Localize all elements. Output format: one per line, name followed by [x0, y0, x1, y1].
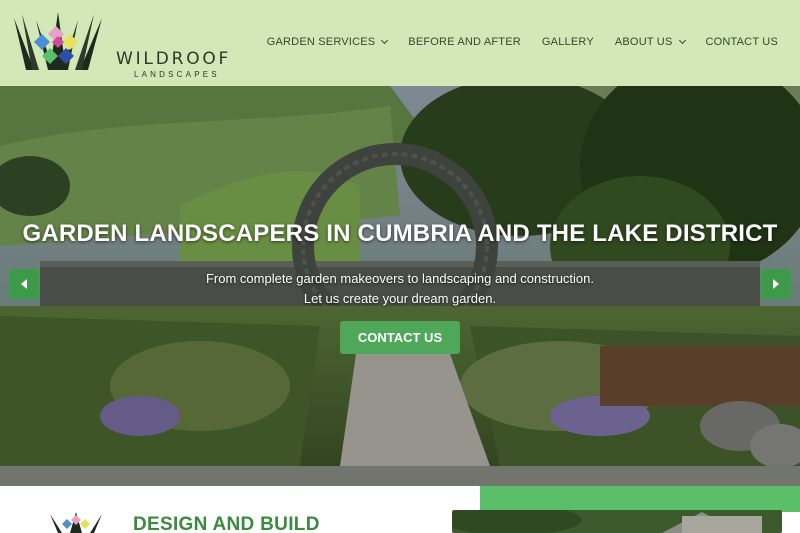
- logo-tagline: LANDSCAPES: [134, 70, 220, 79]
- nav-gallery[interactable]: GALLERY: [542, 36, 594, 48]
- wildroof-logo-icon: [14, 12, 102, 70]
- slider-prev-button[interactable]: [9, 269, 39, 299]
- site-logo[interactable]: WILDROOF LANDSCAPES: [12, 12, 242, 79]
- site-header: WILDROOF LANDSCAPES GARDEN SERVICES BEFO…: [0, 0, 800, 86]
- accent-band: [480, 486, 800, 512]
- slider-next-button[interactable]: [761, 269, 791, 299]
- nav-contact-us-label: CONTACT US: [705, 36, 778, 48]
- chevron-left-icon: [21, 279, 27, 289]
- hero-contact-button[interactable]: CONTACT US: [340, 321, 460, 354]
- chevron-down-icon: [678, 36, 686, 45]
- hero-title: GARDEN LANDSCAPERS IN CUMBRIA AND THE LA…: [22, 220, 778, 247]
- nav-contact-us[interactable]: CONTACT US: [706, 36, 779, 48]
- cottage-image: [452, 510, 782, 533]
- hero-slider: GARDEN LANDSCAPERS IN CUMBRIA AND THE LA…: [0, 86, 800, 486]
- nav-about-us-label: ABOUT US: [614, 36, 673, 48]
- chevron-down-icon: [381, 36, 389, 45]
- main-nav: GARDEN SERVICES BEFORE AND AFTER GALLERY…: [267, 36, 778, 48]
- section-title: DESIGN AND BUILD: [133, 514, 320, 533]
- hero-subtitle-line-2: Let us create your dream garden.: [303, 291, 497, 306]
- nav-about-us[interactable]: ABOUT US: [614, 36, 686, 48]
- cottage-photo: [452, 510, 782, 533]
- hero-subtitle-line-1: From complete garden makeovers to landsc…: [205, 271, 595, 286]
- logo-wordmark: WILDROOF: [116, 49, 232, 69]
- hero-subtitle: From complete garden makeovers to landsc…: [0, 269, 800, 309]
- chevron-right-icon: [773, 279, 779, 289]
- nav-gallery-label: GALLERY: [541, 36, 594, 48]
- small-logo-icon: [50, 512, 102, 533]
- nav-garden-services-label: GARDEN SERVICES: [266, 36, 376, 48]
- nav-before-and-after[interactable]: BEFORE AND AFTER: [408, 36, 521, 48]
- nav-before-and-after-label: BEFORE AND AFTER: [408, 36, 521, 48]
- nav-garden-services[interactable]: GARDEN SERVICES: [266, 36, 389, 48]
